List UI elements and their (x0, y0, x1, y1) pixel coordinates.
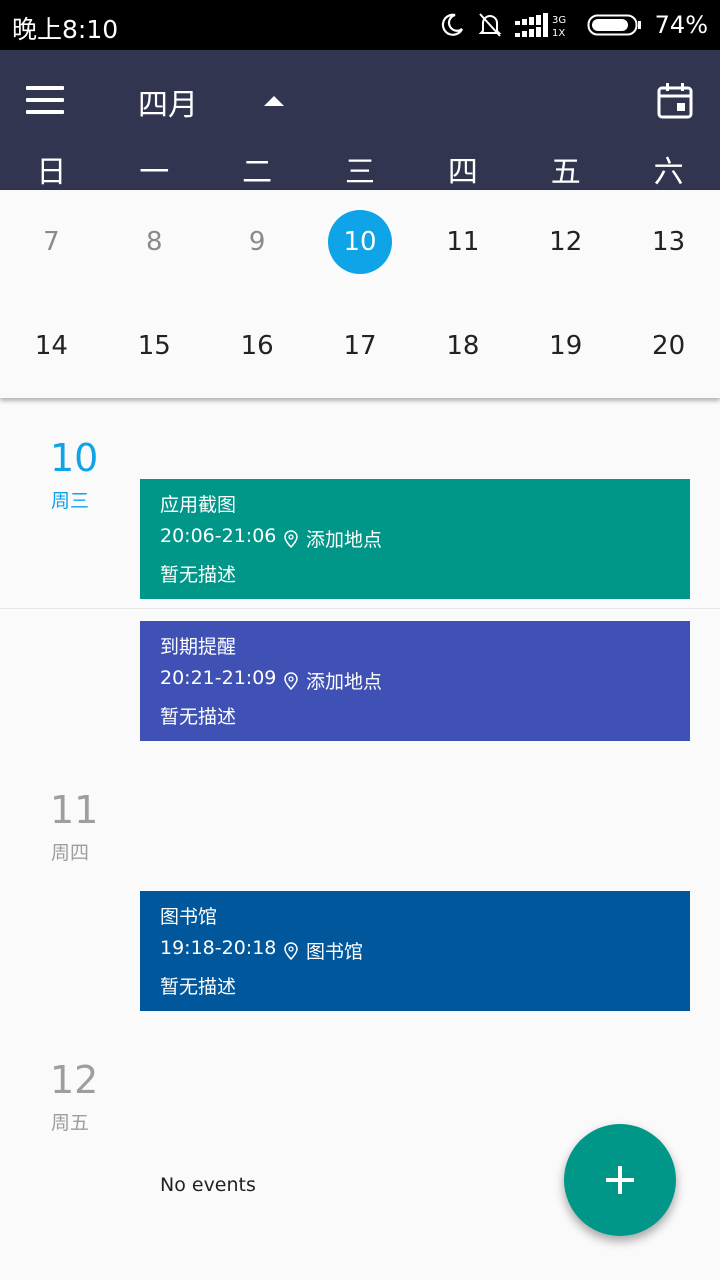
day-cell[interactable]: 9 (206, 190, 309, 294)
svg-text:1X: 1X (552, 28, 565, 38)
event-location: 添加地点 (284, 525, 382, 552)
day-cell[interactable]: 19 (514, 294, 617, 398)
event-time: 20:21-21:09 (160, 667, 277, 689)
weekday-label: 三 (345, 155, 375, 190)
agenda-weekday: 周三 (51, 490, 90, 512)
moon-icon (441, 13, 463, 36)
event-description: 暂无描述 (160, 564, 237, 586)
event-time: 20:06-21:06 (160, 525, 277, 547)
day-cell[interactable]: 11 (411, 190, 514, 294)
weekday-header: 日 一 二 三 四 五 六 (0, 150, 720, 190)
week-row: 14 15 16 17 18 19 20 (0, 294, 720, 398)
day-cell-selected[interactable]: 10 (309, 190, 412, 294)
event-location: 添加地点 (284, 667, 382, 694)
agenda-date: 10 (50, 436, 99, 480)
location-pin-icon (284, 671, 298, 690)
event-description: 暂无描述 (160, 706, 237, 728)
location-pin-icon (284, 529, 298, 548)
day-cell[interactable]: 15 (103, 294, 206, 398)
day-cell[interactable]: 12 (514, 190, 617, 294)
menu-button[interactable] (26, 86, 64, 114)
location-pin-icon (284, 941, 298, 960)
event-description: 暂无描述 (160, 976, 237, 998)
weekday-label: 一 (139, 155, 170, 190)
event-location: 图书馆 (284, 937, 363, 964)
day-cell[interactable]: 8 (103, 190, 206, 294)
bell-muted-icon (478, 13, 502, 37)
weekday-label: 六 (653, 155, 684, 190)
event-title: 图书馆 (160, 906, 218, 928)
day-cell[interactable]: 20 (617, 294, 720, 398)
weekday-label: 二 (242, 155, 273, 190)
event-time: 19:18-20:18 (160, 937, 277, 959)
app-bar: 四月 日 一 二 三 四 五 六 (0, 50, 720, 190)
divider (0, 608, 720, 609)
event-card[interactable]: 应用截图 20:06-21:06 添加地点 暂无描述 (140, 479, 690, 599)
signal-icon: 3G 1X (514, 13, 566, 38)
no-events-label: No events (160, 1174, 256, 1196)
event-title: 应用截图 (160, 494, 237, 516)
agenda-weekday: 周四 (51, 842, 90, 864)
add-event-button[interactable] (564, 1124, 676, 1236)
agenda-weekday: 周五 (51, 1112, 90, 1134)
month-title[interactable]: 四月 (138, 80, 198, 124)
event-title: 到期提醒 (160, 636, 237, 658)
weekday-label: 四 (447, 155, 478, 190)
calendar-today-icon[interactable] (656, 82, 694, 120)
agenda-date: 12 (50, 1058, 99, 1102)
event-card[interactable]: 图书馆 19:18-20:18 图书馆 暂无描述 (140, 891, 690, 1011)
event-card[interactable]: 到期提醒 20:21-21:09 添加地点 暂无描述 (140, 621, 690, 741)
day-cell[interactable]: 17 (309, 294, 412, 398)
svg-text:3G: 3G (552, 15, 566, 26)
day-cell[interactable]: 13 (617, 190, 720, 294)
day-cell[interactable]: 14 (0, 294, 103, 398)
month-grid: 7 8 9 10 11 12 13 14 15 16 17 18 19 20 (0, 190, 720, 398)
week-row: 7 8 9 10 11 12 13 (0, 190, 720, 294)
status-bar: 晚上8:10 3G 1X 74% (0, 0, 720, 50)
collapse-arrow-icon[interactable] (262, 90, 286, 110)
day-cell[interactable]: 7 (0, 190, 103, 294)
status-time: 晚上8:10 (12, 15, 119, 44)
weekday-label: 五 (550, 155, 581, 190)
day-cell[interactable]: 18 (411, 294, 514, 398)
status-icons: 3G 1X 74% (439, 9, 708, 41)
agenda-date: 11 (50, 788, 99, 832)
battery-icon (587, 14, 641, 36)
day-cell[interactable]: 16 (206, 294, 309, 398)
weekday-label: 日 (36, 155, 67, 190)
battery-percent: 74% (654, 11, 708, 39)
